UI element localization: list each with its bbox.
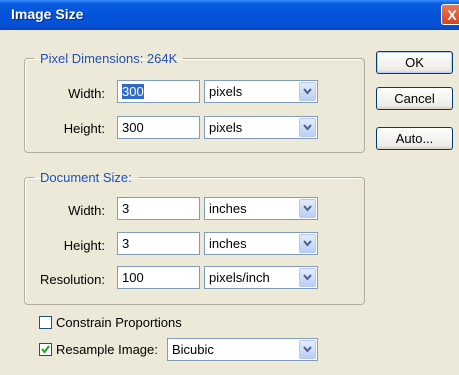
doc-height-value: 3 bbox=[122, 236, 130, 251]
dialog-title: Image Size bbox=[11, 6, 84, 22]
chevron-down-icon bbox=[299, 118, 316, 137]
doc-height-unit-select[interactable]: inches bbox=[204, 232, 318, 255]
checkmark-icon bbox=[41, 345, 50, 354]
pixel-width-value: 300 bbox=[122, 84, 144, 99]
ok-button[interactable]: OK bbox=[376, 51, 453, 74]
pixel-height-input[interactable]: 300 bbox=[117, 116, 200, 139]
resolution-label: Resolution: bbox=[39, 272, 105, 287]
document-size-legend: Document Size: bbox=[40, 170, 132, 185]
pixel-height-unit-select[interactable]: pixels bbox=[204, 116, 318, 139]
image-size-dialog: Image Size X Pixel Dimensions: 264K Widt… bbox=[0, 0, 459, 375]
constrain-proportions-checkbox[interactable] bbox=[39, 316, 52, 329]
resolution-value: 100 bbox=[122, 270, 144, 285]
pixel-width-input[interactable]: 300 bbox=[117, 80, 200, 103]
close-icon: X bbox=[447, 7, 457, 23]
resample-image-label: Resample Image: bbox=[56, 342, 158, 357]
doc-width-input[interactable]: 3 bbox=[117, 197, 200, 220]
pixel-width-unit-value: pixels bbox=[209, 84, 243, 99]
doc-width-value: 3 bbox=[122, 201, 130, 216]
chevron-down-icon bbox=[299, 340, 316, 359]
pixel-width-label: Width: bbox=[68, 86, 105, 101]
doc-height-label: Height: bbox=[63, 238, 105, 253]
doc-width-unit-select[interactable]: inches bbox=[204, 197, 318, 220]
cancel-button[interactable]: Cancel bbox=[376, 87, 453, 110]
constrain-proportions-label: Constrain Proportions bbox=[56, 315, 182, 330]
pixel-height-label: Height: bbox=[63, 121, 105, 136]
pixel-width-unit-select[interactable]: pixels bbox=[204, 80, 318, 103]
resample-method-select[interactable]: Bicubic bbox=[167, 338, 318, 361]
close-button[interactable]: X bbox=[441, 4, 459, 25]
chevron-down-icon bbox=[299, 268, 316, 287]
doc-height-input[interactable]: 3 bbox=[117, 232, 200, 255]
resolution-input[interactable]: 100 bbox=[117, 266, 200, 289]
chevron-down-icon bbox=[299, 199, 316, 218]
pixel-height-unit-value: pixels bbox=[209, 120, 243, 135]
doc-height-unit-value: inches bbox=[209, 236, 247, 251]
title-bar[interactable]: Image Size X bbox=[0, 0, 459, 30]
doc-width-label: Width: bbox=[68, 203, 105, 218]
pixel-height-value: 300 bbox=[122, 120, 144, 135]
chevron-down-icon bbox=[299, 82, 316, 101]
pixel-dimensions-legend: Pixel Dimensions: 264K bbox=[40, 51, 178, 66]
resolution-unit-value: pixels/inch bbox=[209, 270, 270, 285]
resolution-unit-select[interactable]: pixels/inch bbox=[204, 266, 318, 289]
auto-button[interactable]: Auto... bbox=[376, 127, 453, 150]
resample-method-value: Bicubic bbox=[172, 342, 214, 357]
chevron-down-icon bbox=[299, 234, 316, 253]
doc-width-unit-value: inches bbox=[209, 201, 247, 216]
resample-image-checkbox[interactable] bbox=[39, 343, 52, 356]
